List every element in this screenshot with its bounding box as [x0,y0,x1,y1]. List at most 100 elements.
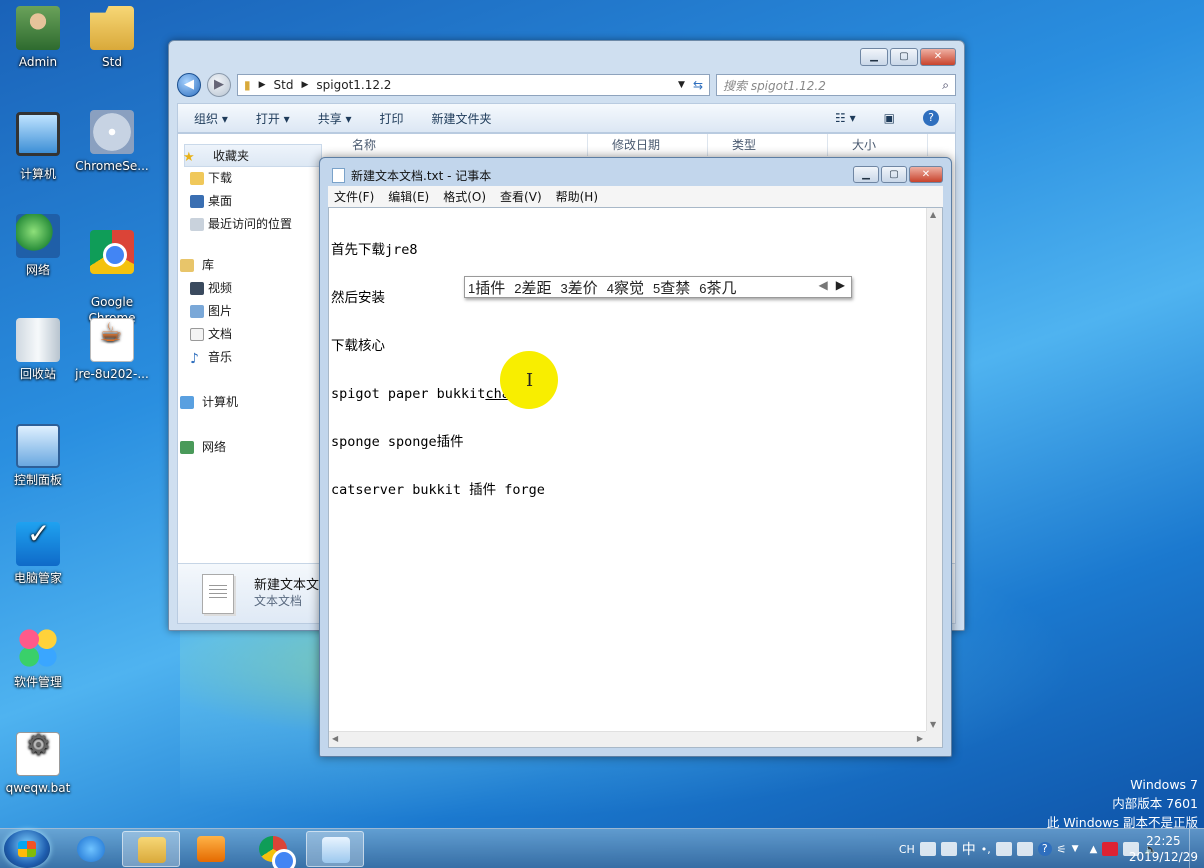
nav-recent[interactable]: 最近访问的位置 [178,213,328,236]
desktop-icon-computer[interactable]: 计算机 [0,112,76,182]
punctuation-mode-icon[interactable]: •, [981,843,991,856]
nav-music[interactable]: ♪ 音乐 [178,346,328,369]
text-line: sponge sponge插件 [331,434,464,450]
file-explorer-icon [138,837,166,863]
taskbar-explorer[interactable] [122,831,180,867]
downloads-folder-icon [190,172,204,185]
desktop-icon-std[interactable]: Std [74,6,150,70]
ime-candidate[interactable]: 3差价 [561,277,598,298]
show-desktop-button[interactable] [1189,829,1204,868]
search-input[interactable]: 搜索 spigot1.12.2 [723,77,826,94]
back-button[interactable]: ◀ [177,73,201,97]
nav-videos[interactable]: 视频 [178,277,328,300]
open-button[interactable]: 打开 ▾ [256,110,290,127]
keyboard-icon[interactable] [1016,842,1033,856]
ime-logo-icon[interactable] [919,842,936,856]
ime-options-icon[interactable]: ⚟ [1057,843,1067,856]
desktop-icon-recycle-bin[interactable]: 回收站 [0,318,76,382]
candidate-text: 茶几 [706,278,737,297]
ime-next-page-icon[interactable]: ▶ [836,278,845,292]
column-type[interactable]: 类型 [708,134,828,156]
nav-favorites[interactable]: ★ 收藏夹 [183,144,322,167]
clock[interactable]: 22:25 2019/12/29 [1129,833,1198,865]
computer-icon [180,396,194,409]
new-folder-button[interactable]: 新建文件夹 [432,110,492,127]
notepad-window[interactable]: 新建文本文档.txt - 记事本 ▁ ▢ ✕ 文件(F) 编辑(E) 格式(O)… [319,157,952,757]
desktop-icon-label: ChromeSe... [75,159,149,173]
column-size[interactable]: 大小 [828,134,928,156]
notepad-icon [332,168,345,183]
start-button[interactable] [4,830,50,868]
close-button[interactable]: ✕ [909,166,943,183]
text-line: 首先下载jre8 [331,242,418,258]
network-globe-icon [16,214,60,258]
nav-label: 桌面 [208,194,233,208]
menu-view[interactable]: 查看(V) [500,188,542,205]
desktop-icon-chromesetup[interactable]: ChromeSe... [74,110,150,174]
taskbar-ie[interactable] [62,831,120,867]
desktop-icon-control-panel[interactable]: 控制面板 [0,424,76,488]
minimize-button[interactable]: ▁ [860,48,888,66]
menu-format[interactable]: 格式(O) [443,188,486,205]
taskbar-chrome[interactable] [244,831,302,868]
breadcrumb-std[interactable]: Std [274,78,294,92]
desktop-icon-software-manager[interactable]: 软件管理 [0,626,76,690]
organize-button[interactable]: 组织 ▾ [194,110,228,127]
column-date-modified[interactable]: 修改日期 [588,134,708,156]
nav-computer[interactable]: 计算机 [178,391,328,414]
print-button[interactable]: 打印 [380,110,404,127]
taskbar-media-player[interactable] [182,831,240,867]
desktop-icon-bat-file[interactable]: qweqw.bat [0,732,76,796]
help-icon[interactable]: ? [923,110,939,126]
refresh-icon[interactable]: ⇆ [693,78,703,92]
ime-candidate[interactable]: 2差距 [514,277,551,298]
nav-pictures[interactable]: 图片 [178,300,328,323]
nav-network[interactable]: 网络 [178,436,328,459]
media-player-icon [197,836,225,862]
desktop-icon-label: jre-8u202-... [75,367,149,381]
nav-downloads[interactable]: 下载 [178,167,328,190]
tray-ime-mode[interactable]: 中 [962,839,976,859]
show-hidden-icons-icon[interactable]: ▲ [1090,844,1098,855]
ime-candidate[interactable]: 6茶几 [699,277,736,298]
desktop-icon-jre-installer[interactable]: jre-8u202-... [74,318,150,382]
desktop-icon-admin[interactable]: Admin [0,6,76,70]
breadcrumb-spigot[interactable]: spigot1.12.2 [316,78,391,92]
help-icon[interactable]: ? [1037,842,1052,856]
chevron-down-icon[interactable]: ▼ [1072,844,1079,854]
clock-time: 22:25 [1146,834,1181,848]
security-flag-icon[interactable] [1102,842,1119,856]
nav-documents[interactable]: 文档 [178,323,328,346]
menu-file[interactable]: 文件(F) [334,188,374,205]
share-button[interactable]: 共享 ▾ [318,110,352,127]
ime-prev-page-icon[interactable]: ◀ [819,278,828,292]
vertical-scrollbar[interactable] [926,208,942,731]
taskbar-notepad[interactable] [306,831,364,867]
minimize-button[interactable]: ▁ [853,166,879,183]
explorer-window-controls: ▁ ▢ ✕ [860,48,956,66]
forward-button[interactable]: ▶ [207,73,231,97]
ime-settings-icon[interactable] [940,842,957,856]
ime-candidate[interactable]: 5查禁 [653,277,690,298]
desktop-icon-pc-manager[interactable]: 电脑管家 [0,522,76,586]
explorer-toolbar: 组织 ▾ 打开 ▾ 共享 ▾ 打印 新建文件夹 ☷ ▾ ▣ ? [177,103,956,133]
soft-keyboard-icon[interactable] [995,842,1012,856]
desktop-icon-network[interactable]: 网络 [0,214,76,278]
address-bar[interactable]: ▮ ▶ Std ▶ spigot1.12.2 ▼ ⇆ [237,74,710,96]
menu-help[interactable]: 帮助(H) [556,188,598,205]
horizontal-scrollbar[interactable] [329,731,926,747]
search-box[interactable]: 搜索 spigot1.12.2 ⌕ [716,74,956,96]
ime-candidate[interactable]: 4察觉 [607,277,644,298]
maximize-button[interactable]: ▢ [881,166,907,183]
tray-language[interactable]: CH [899,843,915,856]
nav-desktop[interactable]: 桌面 [178,190,328,213]
view-options-icon[interactable]: ☷ ▾ [835,111,856,125]
menu-edit[interactable]: 编辑(E) [388,188,429,205]
ime-candidate[interactable]: 1插件 [468,277,505,298]
preview-pane-icon[interactable]: ▣ [884,111,895,125]
column-name[interactable]: 名称 [328,134,588,156]
nav-libraries[interactable]: 库 [178,254,328,277]
chevron-down-icon[interactable]: ▼ [678,80,685,90]
maximize-button[interactable]: ▢ [890,48,918,66]
close-button[interactable]: ✕ [920,48,956,66]
